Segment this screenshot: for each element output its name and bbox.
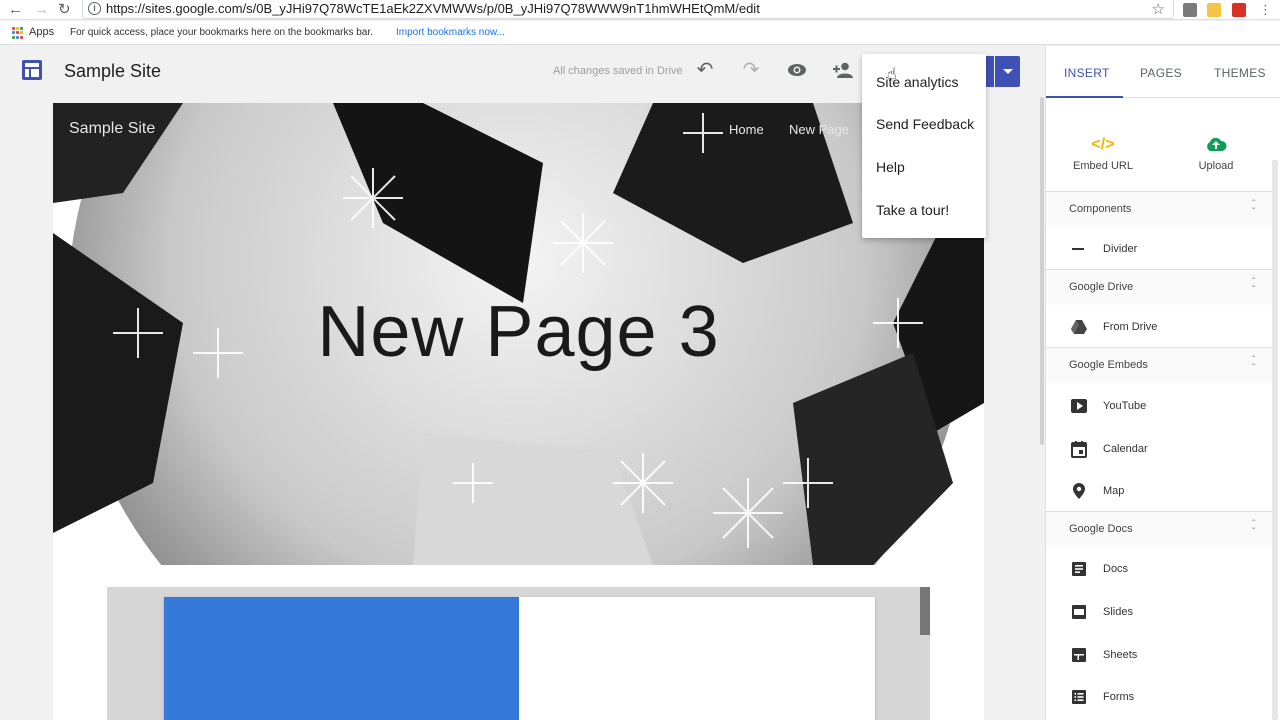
item-label: YouTube [1103, 400, 1147, 412]
site-title[interactable]: Sample Site [64, 61, 161, 82]
hero-section[interactable]: Sample Site Home New Page New Page 3 [53, 103, 984, 565]
url-text[interactable]: https://sites.google.com/s/0B_yJHi97Q78W… [106, 1, 760, 16]
youtube-icon [1071, 399, 1087, 413]
canvas-scrollbar[interactable] [1040, 97, 1044, 445]
sites-logo-icon [22, 60, 42, 80]
item-label: Docs [1103, 563, 1129, 575]
section-title: Components [1069, 203, 1132, 215]
insert-youtube[interactable]: YouTube [1046, 391, 1274, 421]
item-label: Calendar [1103, 443, 1148, 455]
bookmarks-hint: For quick access, place your bookmarks h… [70, 27, 373, 38]
panel-scrollbar[interactable] [1272, 160, 1278, 720]
insert-sheets[interactable]: Sheets [1046, 640, 1274, 670]
nav-link-home[interactable]: Home [729, 122, 764, 137]
item-label: From Drive [1103, 321, 1158, 333]
item-label: Slides [1103, 606, 1133, 618]
extension-icon[interactable] [1207, 3, 1221, 17]
forward-arrow-icon[interactable]: → [34, 1, 49, 19]
redo-icon[interactable]: ↷ [739, 58, 763, 82]
map-pin-icon [1073, 483, 1085, 499]
section-scrollbar[interactable] [920, 587, 930, 635]
collapse-chevron-icon[interactable]: ˆˇ [1252, 356, 1255, 374]
page-canvas: Sample Site Home New Page New Page 3 [53, 103, 984, 720]
bookmarks-bar: Apps For quick access, place your bookma… [0, 21, 1280, 45]
item-label: Map [1103, 485, 1125, 497]
insert-divider[interactable]: Divider [1046, 234, 1274, 264]
collapse-chevron-icon[interactable]: ˆˇ [1252, 278, 1255, 296]
section-title: Google Docs [1069, 523, 1133, 535]
upload-label: Upload [1198, 160, 1234, 172]
insert-slides[interactable]: Slides [1046, 597, 1274, 627]
item-label: Forms [1103, 691, 1135, 703]
item-label: Sheets [1103, 649, 1138, 661]
preview-eye-icon[interactable] [785, 58, 809, 83]
menu-item-take-a-tour[interactable]: Take a tour! [876, 202, 949, 218]
section-google-docs[interactable]: Google Docs ˆˇ [1046, 511, 1274, 547]
insert-map[interactable]: Map [1046, 476, 1274, 506]
page-title[interactable]: New Page 3 [53, 291, 984, 373]
section-google-embeds[interactable]: Google Embeds ˆˇ [1046, 347, 1274, 383]
active-tab-indicator [1046, 96, 1123, 98]
import-bookmarks-link[interactable]: Import bookmarks now... [396, 27, 505, 38]
tab-pages[interactable]: PAGES [1140, 66, 1182, 80]
section-title: Google Drive [1069, 281, 1134, 293]
item-label: Divider [1103, 243, 1138, 255]
panel-tabs: INSERT PAGES THEMES [1046, 46, 1280, 98]
publish-dropdown-arrow[interactable] [995, 56, 1020, 87]
embed-url-label: Embed URL [1073, 160, 1133, 172]
tab-insert[interactable]: INSERT [1064, 66, 1110, 80]
insert-forms[interactable]: Forms [1046, 682, 1274, 712]
tab-themes[interactable]: THEMES [1214, 66, 1266, 80]
undo-icon[interactable]: ↶ [693, 58, 717, 82]
extension-icon[interactable] [1232, 3, 1246, 17]
content-card[interactable] [164, 597, 875, 720]
site-info-icon[interactable]: i [88, 2, 101, 15]
docs-icon [1072, 562, 1086, 576]
calendar-icon [1071, 441, 1087, 458]
hero-site-name[interactable]: Sample Site [69, 120, 155, 138]
insert-panel: INSERT PAGES THEMES </> Embed URL Upload… [1045, 46, 1280, 720]
publish-button[interactable] [986, 56, 994, 87]
insert-docs[interactable]: Docs [1046, 554, 1274, 584]
section-title: Google Embeds [1069, 359, 1148, 371]
embed-code-icon: </> [1091, 136, 1115, 153]
add-person-icon[interactable] [831, 58, 855, 84]
blue-block[interactable] [164, 597, 519, 720]
overflow-menu: Site analytics Send Feedback Help Take a… [862, 54, 986, 238]
drive-icon [1071, 320, 1087, 334]
cloud-upload-icon [1166, 136, 1266, 156]
nav-link-new-page[interactable]: New Page [789, 122, 849, 137]
address-bar[interactable]: i https://sites.google.com/s/0B_yJHi97Q7… [82, 0, 1174, 19]
menu-dots-icon[interactable]: ⋮ [1259, 1, 1272, 19]
back-arrow-icon[interactable]: ← [8, 1, 23, 19]
slides-icon [1072, 605, 1086, 619]
section-google-drive[interactable]: Google Drive ˆˇ [1046, 269, 1274, 305]
hand-cursor-icon: ☝ [887, 66, 897, 83]
sheets-icon [1072, 648, 1086, 662]
menu-item-send-feedback[interactable]: Send Feedback [876, 116, 974, 132]
menu-item-help[interactable]: Help [876, 159, 905, 175]
collapse-chevron-icon[interactable]: ˆˇ [1252, 520, 1255, 538]
insert-calendar[interactable]: Calendar [1046, 434, 1274, 464]
upload-button[interactable]: Upload [1166, 136, 1266, 172]
apps-grid-icon[interactable] [12, 27, 24, 39]
divider-icon [1072, 248, 1084, 250]
browser-toolbar: ← → ↻ i https://sites.google.com/s/0B_yJ… [0, 0, 1280, 20]
save-status: All changes saved in Drive [553, 65, 683, 77]
reload-icon[interactable]: ↻ [58, 1, 71, 19]
embed-url-button[interactable]: </> Embed URL [1053, 136, 1153, 172]
bookmark-star-icon[interactable]: ☆ [1152, 0, 1165, 18]
section-components[interactable]: Components ˆˇ [1046, 191, 1274, 227]
apps-link[interactable]: Apps [29, 26, 54, 38]
collapse-chevron-icon[interactable]: ˆˇ [1252, 200, 1255, 218]
extension-icon[interactable] [1183, 3, 1197, 17]
insert-from-drive[interactable]: From Drive [1046, 312, 1274, 342]
forms-icon [1072, 690, 1086, 704]
content-section[interactable] [107, 587, 930, 720]
